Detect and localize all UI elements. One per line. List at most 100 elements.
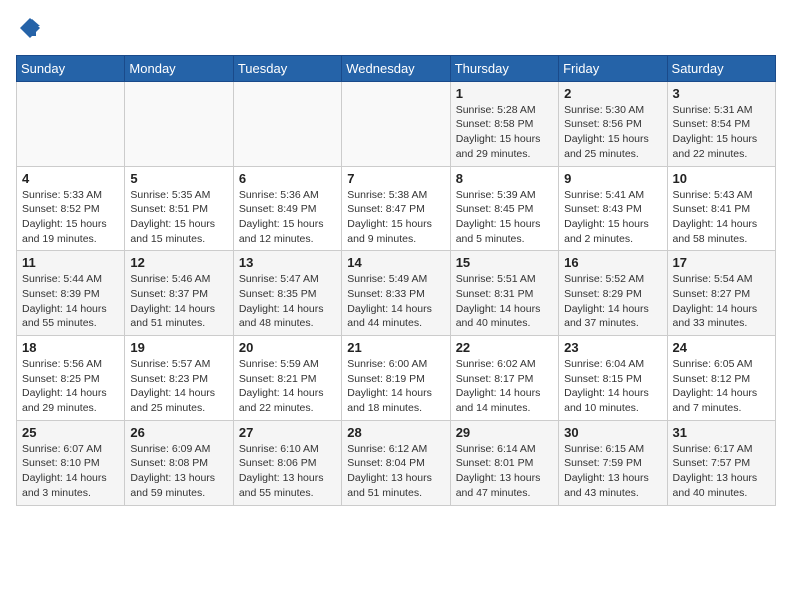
calendar-cell: 28 Sunrise: 6:12 AM Sunset: 8:04 PM Dayli… bbox=[342, 420, 450, 505]
calendar-cell: 19 Sunrise: 5:57 AM Sunset: 8:23 PM Dayli… bbox=[125, 336, 233, 421]
calendar-table: SundayMondayTuesdayWednesdayThursdayFrid… bbox=[16, 55, 776, 506]
day-number: 18 bbox=[22, 340, 119, 355]
day-number: 9 bbox=[564, 171, 661, 186]
day-number: 4 bbox=[22, 171, 119, 186]
calendar-cell: 17 Sunrise: 5:54 AM Sunset: 8:27 PM Dayli… bbox=[667, 251, 775, 336]
day-number: 12 bbox=[130, 255, 227, 270]
column-header-thursday: Thursday bbox=[450, 55, 558, 81]
day-number: 27 bbox=[239, 425, 336, 440]
day-info: Sunrise: 6:09 AM Sunset: 8:08 PM Dayligh… bbox=[130, 442, 227, 501]
day-info: Sunrise: 5:35 AM Sunset: 8:51 PM Dayligh… bbox=[130, 188, 227, 247]
calendar-cell bbox=[17, 81, 125, 166]
day-info: Sunrise: 5:54 AM Sunset: 8:27 PM Dayligh… bbox=[673, 272, 770, 331]
day-number: 23 bbox=[564, 340, 661, 355]
day-number: 7 bbox=[347, 171, 444, 186]
calendar-cell: 29 Sunrise: 6:14 AM Sunset: 8:01 PM Dayli… bbox=[450, 420, 558, 505]
calendar-cell: 25Sunrise: 6:07 AM Sunset: 8:10 PM Dayli… bbox=[17, 420, 125, 505]
day-info: Sunrise: 5:57 AM Sunset: 8:23 PM Dayligh… bbox=[130, 357, 227, 416]
calendar-week-row: 4 Sunrise: 5:33 AM Sunset: 8:52 PM Daylig… bbox=[17, 166, 776, 251]
calendar-cell: 7 Sunrise: 5:38 AM Sunset: 8:47 PM Daylig… bbox=[342, 166, 450, 251]
day-number: 29 bbox=[456, 425, 553, 440]
calendar-cell: 24 Sunrise: 6:05 AM Sunset: 8:12 PM Dayli… bbox=[667, 336, 775, 421]
day-info: Sunrise: 5:41 AM Sunset: 8:43 PM Dayligh… bbox=[564, 188, 661, 247]
day-info: Sunrise: 6:00 AM Sunset: 8:19 PM Dayligh… bbox=[347, 357, 444, 416]
calendar-cell: 12Sunrise: 5:46 AM Sunset: 8:37 PM Dayli… bbox=[125, 251, 233, 336]
calendar-week-row: 25Sunrise: 6:07 AM Sunset: 8:10 PM Dayli… bbox=[17, 420, 776, 505]
header bbox=[16, 16, 776, 45]
day-number: 22 bbox=[456, 340, 553, 355]
day-info: Sunrise: 5:33 AM Sunset: 8:52 PM Dayligh… bbox=[22, 188, 119, 247]
day-number: 13 bbox=[239, 255, 336, 270]
calendar-cell: 1Sunrise: 5:28 AM Sunset: 8:58 PM Daylig… bbox=[450, 81, 558, 166]
day-info: Sunrise: 6:12 AM Sunset: 8:04 PM Dayligh… bbox=[347, 442, 444, 501]
column-header-monday: Monday bbox=[125, 55, 233, 81]
day-number: 17 bbox=[673, 255, 770, 270]
day-number: 1 bbox=[456, 86, 553, 101]
day-number: 19 bbox=[130, 340, 227, 355]
day-info: Sunrise: 6:17 AM Sunset: 7:57 PM Dayligh… bbox=[673, 442, 770, 501]
logo bbox=[16, 16, 42, 45]
calendar-cell: 5 Sunrise: 5:35 AM Sunset: 8:51 PM Daylig… bbox=[125, 166, 233, 251]
day-number: 2 bbox=[564, 86, 661, 101]
column-header-tuesday: Tuesday bbox=[233, 55, 341, 81]
calendar-cell: 16Sunrise: 5:52 AM Sunset: 8:29 PM Dayli… bbox=[559, 251, 667, 336]
calendar-cell: 21 Sunrise: 6:00 AM Sunset: 8:19 PM Dayli… bbox=[342, 336, 450, 421]
calendar-header-row: SundayMondayTuesdayWednesdayThursdayFrid… bbox=[17, 55, 776, 81]
calendar-cell bbox=[233, 81, 341, 166]
column-header-friday: Friday bbox=[559, 55, 667, 81]
calendar-week-row: 18 Sunrise: 5:56 AM Sunset: 8:25 PM Dayli… bbox=[17, 336, 776, 421]
calendar-cell bbox=[342, 81, 450, 166]
day-info: Sunrise: 6:15 AM Sunset: 7:59 PM Dayligh… bbox=[564, 442, 661, 501]
day-info: Sunrise: 6:10 AM Sunset: 8:06 PM Dayligh… bbox=[239, 442, 336, 501]
calendar-cell: 9 Sunrise: 5:41 AM Sunset: 8:43 PM Daylig… bbox=[559, 166, 667, 251]
day-number: 28 bbox=[347, 425, 444, 440]
calendar-cell: 11Sunrise: 5:44 AM Sunset: 8:39 PM Dayli… bbox=[17, 251, 125, 336]
column-header-saturday: Saturday bbox=[667, 55, 775, 81]
day-info: Sunrise: 5:39 AM Sunset: 8:45 PM Dayligh… bbox=[456, 188, 553, 247]
day-number: 10 bbox=[673, 171, 770, 186]
day-number: 21 bbox=[347, 340, 444, 355]
calendar-cell: 23Sunrise: 6:04 AM Sunset: 8:15 PM Dayli… bbox=[559, 336, 667, 421]
day-number: 14 bbox=[347, 255, 444, 270]
day-info: Sunrise: 5:38 AM Sunset: 8:47 PM Dayligh… bbox=[347, 188, 444, 247]
calendar-cell bbox=[125, 81, 233, 166]
day-number: 26 bbox=[130, 425, 227, 440]
day-info: Sunrise: 6:07 AM Sunset: 8:10 PM Dayligh… bbox=[22, 442, 119, 501]
calendar-cell: 31 Sunrise: 6:17 AM Sunset: 7:57 PM Dayli… bbox=[667, 420, 775, 505]
day-info: Sunrise: 5:59 AM Sunset: 8:21 PM Dayligh… bbox=[239, 357, 336, 416]
column-header-wednesday: Wednesday bbox=[342, 55, 450, 81]
day-number: 5 bbox=[130, 171, 227, 186]
day-info: Sunrise: 6:14 AM Sunset: 8:01 PM Dayligh… bbox=[456, 442, 553, 501]
calendar-cell: 8 Sunrise: 5:39 AM Sunset: 8:45 PM Daylig… bbox=[450, 166, 558, 251]
calendar-cell: 27 Sunrise: 6:10 AM Sunset: 8:06 PM Dayli… bbox=[233, 420, 341, 505]
calendar-cell: 3 Sunrise: 5:31 AM Sunset: 8:54 PM Daylig… bbox=[667, 81, 775, 166]
day-info: Sunrise: 5:49 AM Sunset: 8:33 PM Dayligh… bbox=[347, 272, 444, 331]
calendar-week-row: 11Sunrise: 5:44 AM Sunset: 8:39 PM Dayli… bbox=[17, 251, 776, 336]
calendar-cell: 18 Sunrise: 5:56 AM Sunset: 8:25 PM Dayli… bbox=[17, 336, 125, 421]
day-number: 15 bbox=[456, 255, 553, 270]
day-number: 8 bbox=[456, 171, 553, 186]
column-header-sunday: Sunday bbox=[17, 55, 125, 81]
day-number: 30 bbox=[564, 425, 661, 440]
day-info: Sunrise: 5:36 AM Sunset: 8:49 PM Dayligh… bbox=[239, 188, 336, 247]
day-info: Sunrise: 5:51 AM Sunset: 8:31 PM Dayligh… bbox=[456, 272, 553, 331]
calendar-cell: 20Sunrise: 5:59 AM Sunset: 8:21 PM Dayli… bbox=[233, 336, 341, 421]
day-info: Sunrise: 5:56 AM Sunset: 8:25 PM Dayligh… bbox=[22, 357, 119, 416]
day-number: 16 bbox=[564, 255, 661, 270]
day-info: Sunrise: 5:30 AM Sunset: 8:56 PM Dayligh… bbox=[564, 103, 661, 162]
calendar-cell: 26 Sunrise: 6:09 AM Sunset: 8:08 PM Dayli… bbox=[125, 420, 233, 505]
day-info: Sunrise: 6:02 AM Sunset: 8:17 PM Dayligh… bbox=[456, 357, 553, 416]
day-info: Sunrise: 5:31 AM Sunset: 8:54 PM Dayligh… bbox=[673, 103, 770, 162]
calendar-cell: 14 Sunrise: 5:49 AM Sunset: 8:33 PM Dayli… bbox=[342, 251, 450, 336]
day-info: Sunrise: 6:05 AM Sunset: 8:12 PM Dayligh… bbox=[673, 357, 770, 416]
calendar-cell: 4 Sunrise: 5:33 AM Sunset: 8:52 PM Daylig… bbox=[17, 166, 125, 251]
day-info: Sunrise: 5:44 AM Sunset: 8:39 PM Dayligh… bbox=[22, 272, 119, 331]
calendar-cell: 10 Sunrise: 5:43 AM Sunset: 8:41 PM Dayli… bbox=[667, 166, 775, 251]
calendar-week-row: 1Sunrise: 5:28 AM Sunset: 8:58 PM Daylig… bbox=[17, 81, 776, 166]
day-number: 3 bbox=[673, 86, 770, 101]
day-info: Sunrise: 5:43 AM Sunset: 8:41 PM Dayligh… bbox=[673, 188, 770, 247]
calendar-cell: 15 Sunrise: 5:51 AM Sunset: 8:31 PM Dayli… bbox=[450, 251, 558, 336]
calendar-cell: 2 Sunrise: 5:30 AM Sunset: 8:56 PM Daylig… bbox=[559, 81, 667, 166]
day-number: 31 bbox=[673, 425, 770, 440]
day-number: 24 bbox=[673, 340, 770, 355]
